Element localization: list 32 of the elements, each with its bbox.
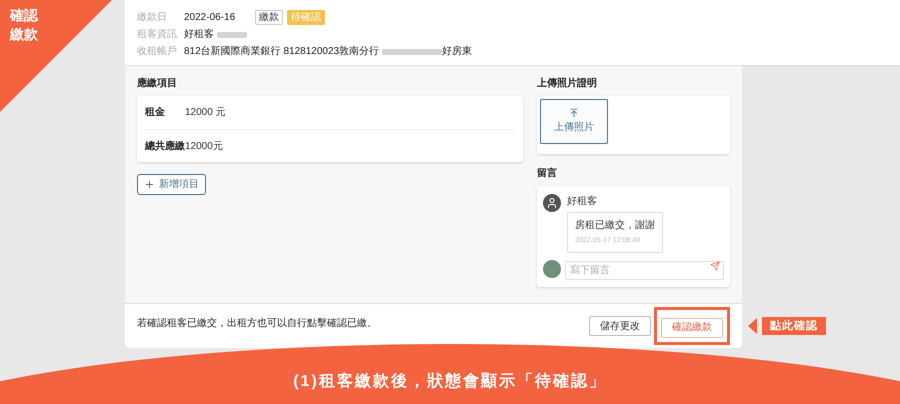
section-title: 留言: [537, 166, 558, 181]
field-value: 好租客: [184, 28, 214, 42]
corner-label: 確認繳款: [10, 6, 40, 44]
field-label: 收租帳戶: [137, 44, 178, 59]
item-name: 租金: [145, 106, 166, 120]
confirm-payment-button[interactable]: 確認繳款: [661, 318, 723, 338]
field-label: 繳款日: [137, 11, 168, 25]
avatar-icon: [543, 194, 561, 212]
field-value: 812台新國際商業銀行 8128120023敦南分行: [184, 44, 380, 59]
comment-input[interactable]: 寫下留言: [565, 260, 724, 280]
status-badge: 待確認: [287, 10, 326, 25]
item-name: 總共應繳: [145, 139, 185, 154]
banner-text: (1)租客繳款後，狀態會顯示「待確認」: [293, 371, 607, 392]
field-label: 租客資訊: [137, 28, 178, 42]
send-icon[interactable]: [710, 260, 720, 270]
upload-icon: [569, 108, 579, 118]
upload-photo-button[interactable]: 上傳照片: [540, 99, 608, 144]
avatar-icon: [543, 260, 561, 278]
status-badge: 繳款: [255, 10, 284, 25]
callout-label: 點此確認: [762, 317, 826, 335]
plus-icon: [144, 179, 155, 190]
add-item-button[interactable]: 新增項目: [137, 174, 206, 195]
section-title: 應繳項目: [137, 76, 178, 91]
item-amount: 12000元: [185, 140, 223, 154]
footer-note: 若確認租客已繳交，出租方也可以自行點擊確認已繳。: [137, 316, 377, 331]
field-value: 2022-06-16: [184, 11, 236, 25]
save-changes-button[interactable]: 儲存更改: [589, 316, 651, 336]
field-value: 好房東: [442, 44, 472, 59]
comment-text: 房租已繳交，謝謝: [575, 218, 655, 233]
comment-author: 好租客: [567, 194, 598, 209]
item-amount: 12000 元: [185, 106, 226, 120]
section-title: 上傳照片證明: [537, 76, 598, 91]
